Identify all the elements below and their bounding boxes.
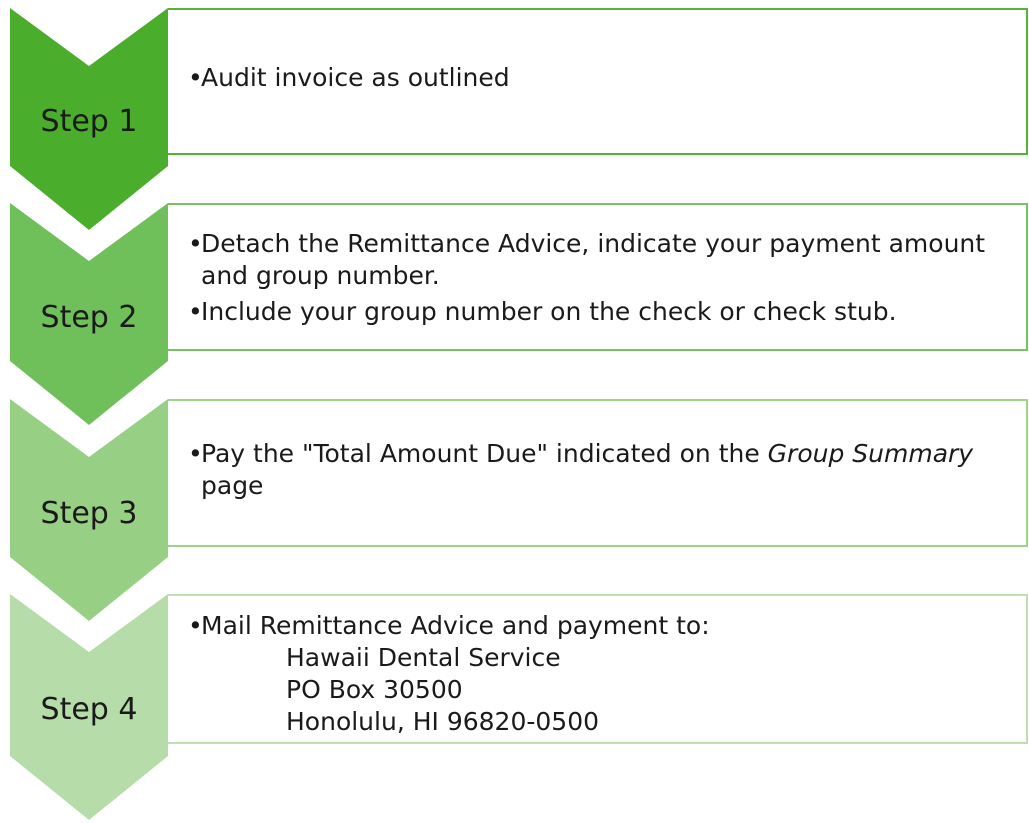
step-4-bullet-text: Mail Remittance Advice and payment to:	[201, 611, 710, 640]
step-2-bullets: Detach the Remittance Advice, indicate y…	[188, 228, 1018, 332]
step-3-bullet-text-after: page	[201, 471, 264, 500]
step-3-bullet-1: Pay the "Total Amount Due" indicated on …	[188, 438, 1018, 502]
step-2-bullet-1: Detach the Remittance Advice, indicate y…	[188, 228, 1018, 292]
step-1-label: Step 1	[40, 104, 138, 139]
step-2-label: Step 2	[40, 300, 138, 335]
step-3-bullet-italic: Group Summary	[767, 439, 974, 468]
address-line-3: Honolulu, HI 96820-0500	[286, 707, 600, 736]
step-4-bullets: Mail Remittance Advice and payment to: H…	[188, 610, 1018, 742]
address-line-2: PO Box 30500	[286, 675, 463, 704]
step-3-label: Step 3	[40, 496, 138, 531]
step-4-label: Step 4	[40, 692, 138, 727]
address-line-1: Hawaii Dental Service	[286, 643, 561, 672]
step-1-bullet-1: Audit invoice as outlined	[188, 62, 1018, 94]
step-3-bullets: Pay the "Total Amount Due" indicated on …	[188, 438, 1018, 506]
step-2-bullet-2: Include your group number on the check o…	[188, 296, 1018, 328]
step-4-bullet-1: Mail Remittance Advice and payment to: H…	[188, 610, 1018, 738]
step-1-bullets: Audit invoice as outlined	[188, 62, 1018, 98]
step-3-bullet-text-before: Pay the "Total Amount Due" indicated on …	[201, 439, 768, 468]
